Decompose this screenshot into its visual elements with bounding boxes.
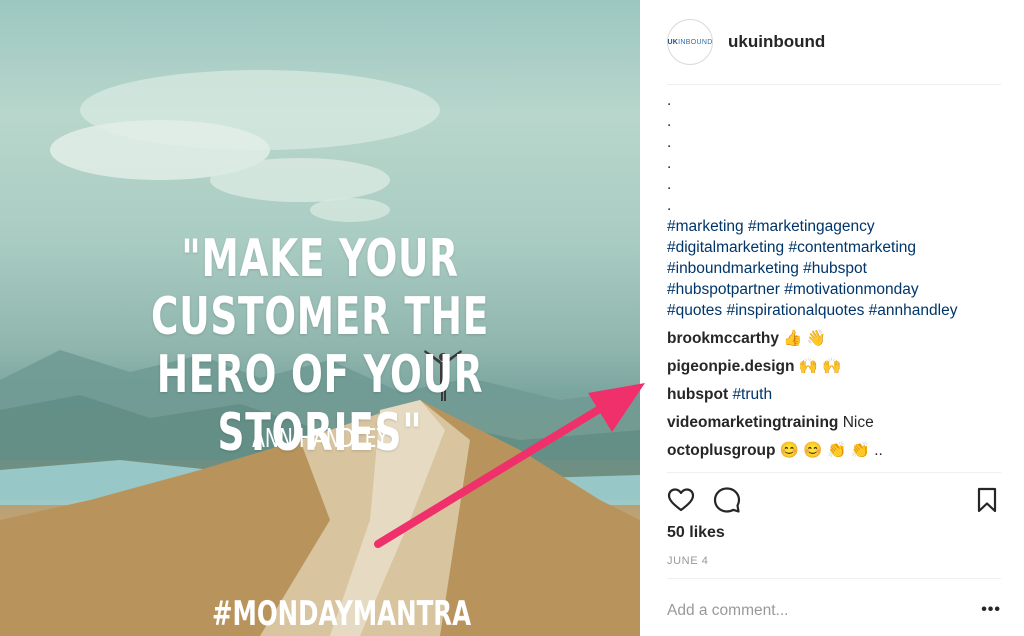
avatar[interactable]: UKINBOUND <box>667 19 713 65</box>
likes-count[interactable]: 50 likes <box>667 524 725 542</box>
heart-icon[interactable] <box>667 486 695 514</box>
hashtag-link[interactable]: #marketingagency <box>748 218 875 235</box>
caption-hashtags: #marketing #marketingagency #digitalmark… <box>667 216 1007 321</box>
caption-dot: . <box>667 155 672 172</box>
hashtag-link[interactable]: #contentmarketing <box>789 239 917 256</box>
caption-dot: . <box>667 134 672 151</box>
quote-author: ANN HANDLEY <box>252 424 388 454</box>
post-date[interactable]: JUNE 4 <box>667 555 709 567</box>
comment-text: Nice <box>842 414 874 431</box>
comment-text: 😊 😊 👏 👏 .. <box>779 442 883 459</box>
caption-dot: . <box>667 92 672 109</box>
comment-username[interactable]: octoplusgroup <box>667 442 776 459</box>
hashtag-link[interactable]: #inspirationalquotes <box>726 302 864 319</box>
comment-item: videomarketingtraining Nice <box>667 412 1007 433</box>
hashtag-link[interactable]: #annhandley <box>869 302 958 319</box>
header-divider <box>667 84 1001 85</box>
comments-list: . . . . . . #marketing #marketingagency … <box>667 86 1007 461</box>
username-link[interactable]: ukuinbound <box>728 32 825 52</box>
post-image[interactable]: "MAKE YOUR CUSTOMER THE HERO OF YOUR STO… <box>0 0 640 636</box>
comment-hashtag-link[interactable]: #truth <box>732 386 772 403</box>
comment-box-divider <box>667 578 1001 579</box>
hashtag-link[interactable]: #hubspot <box>803 260 867 277</box>
comment-item: octoplusgroup 😊 😊 👏 👏 .. <box>667 440 1007 461</box>
comment-box: ••• <box>667 601 1001 621</box>
comment-item: hubspot #truth <box>667 384 1007 405</box>
comment-bubble-icon[interactable] <box>713 486 741 514</box>
post-header: UKINBOUND ukuinbound <box>640 0 1024 84</box>
hashtag-link[interactable]: #quotes <box>667 302 722 319</box>
comment-item: brookmccarthy 👍 👋 <box>667 328 1007 349</box>
comment-username[interactable]: brookmccarthy <box>667 330 779 347</box>
hashtag-link[interactable]: #digitalmarketing <box>667 239 784 256</box>
caption-dot: . <box>667 176 672 193</box>
bookmark-icon[interactable] <box>973 486 1001 514</box>
caption-dots: . . . . . . <box>667 90 1007 216</box>
more-options-icon[interactable]: ••• <box>981 601 1001 619</box>
caption-dot: . <box>667 197 672 214</box>
caption-dot: . <box>667 113 672 130</box>
comment-input[interactable] <box>667 602 967 620</box>
post-side-panel: UKINBOUND ukuinbound . . . . . . #market… <box>640 0 1024 636</box>
avatar-logo-text: UKINBOUND <box>667 38 713 46</box>
hashtag-link[interactable]: #motivationmonday <box>784 281 918 298</box>
comment-username[interactable]: pigeonpie.design <box>667 358 794 375</box>
image-hashtag: #MONDAYMANTRA <box>212 594 472 634</box>
comment-text: 🙌 🙌 <box>798 358 842 375</box>
comment-username[interactable]: videomarketingtraining <box>667 414 838 431</box>
hashtag-link[interactable]: #inboundmarketing <box>667 260 799 277</box>
comment-username[interactable]: hubspot <box>667 386 728 403</box>
hashtag-link[interactable]: #hubspotpartner <box>667 281 780 298</box>
hashtag-link[interactable]: #marketing <box>667 218 744 235</box>
comment-text: 👍 👋 <box>783 330 827 347</box>
action-bar <box>667 486 1001 514</box>
actions-divider <box>667 472 1001 473</box>
comment-item: pigeonpie.design 🙌 🙌 <box>667 356 1007 377</box>
